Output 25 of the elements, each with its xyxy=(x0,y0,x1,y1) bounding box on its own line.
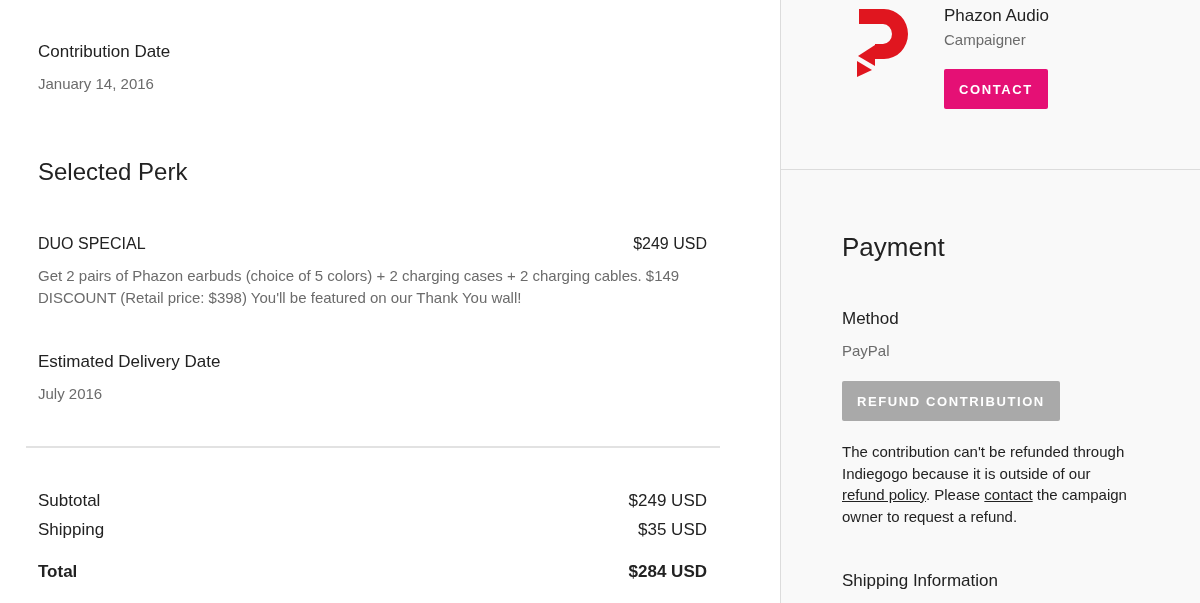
refund-policy-link[interactable]: refund policy xyxy=(842,486,926,503)
total-amount: $284 USD xyxy=(628,561,707,583)
payment-heading: Payment xyxy=(842,231,945,263)
perk-name: DUO SPECIAL xyxy=(38,234,146,254)
shipping-info-heading: Shipping Information xyxy=(842,570,998,592)
refund-note: The contribution can't be refunded through Indiegogo because it is outside of our refund policy. Please contact the campaign owner to request a refund. xyxy=(842,442,1128,527)
section-heading: Selected Perk xyxy=(38,157,188,187)
summary-amount: $249 USD xyxy=(628,490,707,512)
delivery-date-label: Estimated Delivery Date xyxy=(38,351,221,373)
campaigner-name: Phazon Audio xyxy=(944,5,1049,27)
summary-label: Subtotal xyxy=(38,490,101,512)
campaigner-role: Campaigner xyxy=(944,30,1026,50)
contribution-date-value: January 14, 2016 xyxy=(38,74,154,94)
total-label: Total xyxy=(38,561,78,583)
contact-button[interactable]: CONTACT xyxy=(944,69,1048,109)
p-logo-icon xyxy=(857,9,908,77)
summary-label: Shipping xyxy=(38,519,105,541)
contribution-date-label: Contribution Date xyxy=(38,41,171,63)
contact-link[interactable]: contact xyxy=(984,486,1033,503)
perk-price: $249 USD xyxy=(633,234,707,254)
payment-method-value: PayPal xyxy=(842,341,890,361)
delivery-date-value: July 2016 xyxy=(38,384,103,404)
summary-amount: $35 USD xyxy=(638,519,707,541)
method-label: Method xyxy=(842,308,899,330)
perk-description: Get 2 pairs of Phazon earbuds (choice of 5 colors) + 2 charging cases + 2 charging cables. $149 DISCOUNT (Retail price: $398) You'll be featured on our Thank You wall! xyxy=(38,266,681,308)
